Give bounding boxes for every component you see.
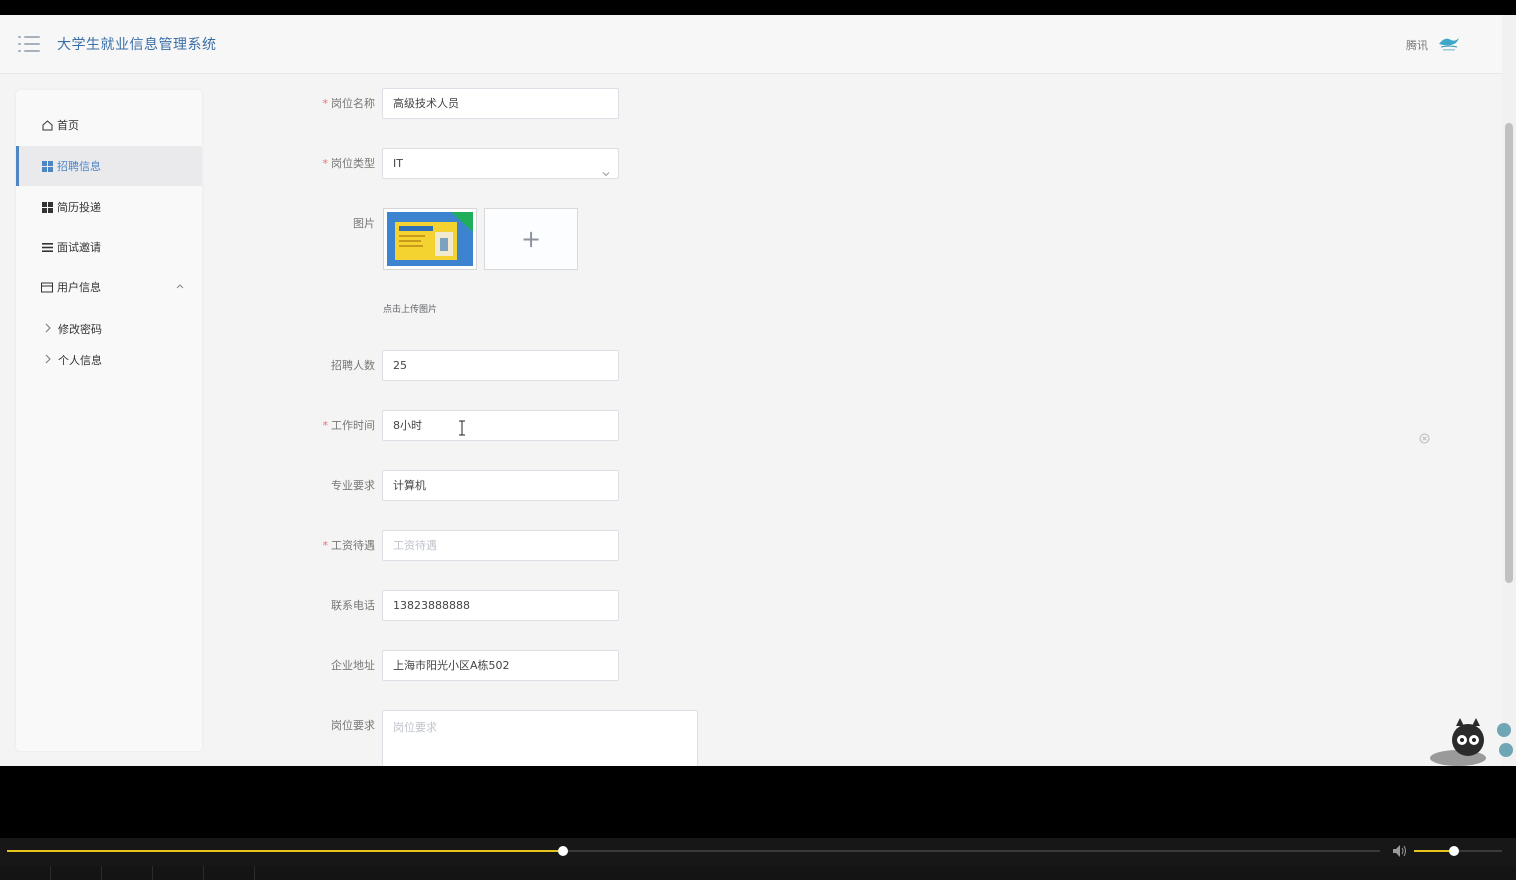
- progress-bar[interactable]: [7, 846, 1380, 856]
- address-input[interactable]: 上海市阳光小区A栋502: [382, 650, 619, 681]
- mascot-icon[interactable]: [1428, 714, 1516, 766]
- menu-toggle-icon[interactable]: [18, 35, 40, 53]
- form-content: * 岗位名称 高级技术人员 * 岗位类型 IT 图片 + 点击上传图片 招聘人数…: [241, 74, 1462, 766]
- list-icon: [41, 241, 53, 253]
- player-bottom-strip: [0, 866, 1516, 880]
- uploaded-image-thumbnail[interactable]: [383, 208, 477, 270]
- sidebar-subitem-profile[interactable]: 个人信息: [16, 346, 202, 374]
- sidebar-subitem-change-password[interactable]: 修改密码: [16, 315, 202, 343]
- upload-image-button[interactable]: +: [484, 208, 578, 270]
- field-label: 岗位要求: [331, 719, 375, 732]
- position-type-select[interactable]: IT: [382, 148, 619, 179]
- chevron-right-icon: [44, 354, 54, 367]
- field-label: 联系电话: [331, 599, 375, 612]
- close-circle-icon[interactable]: [1419, 433, 1430, 444]
- sidebar-item-label: 首页: [57, 119, 79, 132]
- chevron-up-icon[interactable]: [175, 281, 185, 291]
- player-controls: [0, 838, 1516, 866]
- sidebar-item-label: 招聘信息: [57, 160, 101, 173]
- field-label: 招聘人数: [331, 359, 375, 372]
- sidebar-item-label: 面试邀请: [57, 241, 101, 254]
- scrollbar-thumb[interactable]: [1505, 123, 1513, 583]
- chevron-down-icon: [602, 160, 610, 177]
- sidebar-item-user-info[interactable]: 用户信息: [16, 267, 202, 307]
- header: 大学生就业信息管理系统 腾讯: [0, 15, 1502, 74]
- upload-tip: 点击上传图片: [383, 305, 438, 315]
- chevron-right-icon: [44, 323, 54, 336]
- grid-icon: [41, 201, 53, 213]
- sidebar-item-label: 简历投递: [57, 201, 101, 214]
- sidebar-item-recruitment[interactable]: 招聘信息: [16, 146, 202, 186]
- grid-icon: [41, 160, 53, 172]
- sidebar-item-interview[interactable]: 面试邀请: [16, 227, 202, 267]
- video-player: [0, 766, 1516, 880]
- field-label: * 工作时间: [322, 419, 376, 432]
- sidebar-item-label: 用户信息: [57, 281, 101, 294]
- app-window: 大学生就业信息管理系统 腾讯 首页 招聘信息 简历投递 面试邀请 用户信息 修改…: [0, 15, 1502, 766]
- work-time-input[interactable]: 8小时: [382, 410, 619, 441]
- field-label: 专业要求: [331, 479, 375, 492]
- field-label: 图片: [353, 217, 375, 230]
- requirements-textarea[interactable]: 岗位要求: [382, 710, 698, 766]
- volume-icon[interactable]: [1392, 844, 1408, 858]
- page-scrollbar[interactable]: [1502, 15, 1516, 766]
- volume-fill: [1414, 850, 1454, 852]
- divider: [254, 866, 255, 880]
- field-label: * 岗位类型: [322, 157, 376, 170]
- salary-input[interactable]: 工资待遇: [382, 530, 619, 561]
- card-icon: [41, 281, 53, 293]
- top-black-bar: [0, 0, 1516, 15]
- phone-input[interactable]: 13823888888: [382, 590, 619, 621]
- progress-handle[interactable]: [558, 846, 569, 856]
- avatar[interactable]: [1437, 34, 1461, 52]
- position-name-input[interactable]: 高级技术人员: [382, 88, 619, 119]
- divider: [203, 866, 204, 880]
- volume-handle[interactable]: [1448, 846, 1459, 856]
- field-label: * 岗位名称: [322, 97, 376, 110]
- header-username[interactable]: 腾讯: [1406, 37, 1428, 53]
- progress-fill: [7, 850, 564, 852]
- home-icon: [41, 119, 53, 131]
- sidebar-item-home[interactable]: 首页: [16, 105, 202, 145]
- major-input[interactable]: 计算机: [382, 470, 619, 501]
- divider: [152, 866, 153, 880]
- text-cursor-icon: [458, 420, 466, 436]
- divider: [101, 866, 102, 880]
- field-label: * 工资待遇: [322, 539, 376, 552]
- volume-slider[interactable]: [1414, 846, 1502, 856]
- sidebar-item-resume[interactable]: 简历投递: [16, 187, 202, 227]
- divider: [50, 866, 51, 880]
- headcount-input[interactable]: 25: [382, 350, 619, 381]
- sidebar: 首页 招聘信息 简历投递 面试邀请 用户信息 修改密码 个人信息: [16, 90, 202, 751]
- sidebar-subitem-label: 修改密码: [58, 323, 102, 336]
- sidebar-subitem-label: 个人信息: [58, 354, 102, 367]
- app-title: 大学生就业信息管理系统: [57, 37, 217, 53]
- field-label: 企业地址: [331, 659, 375, 672]
